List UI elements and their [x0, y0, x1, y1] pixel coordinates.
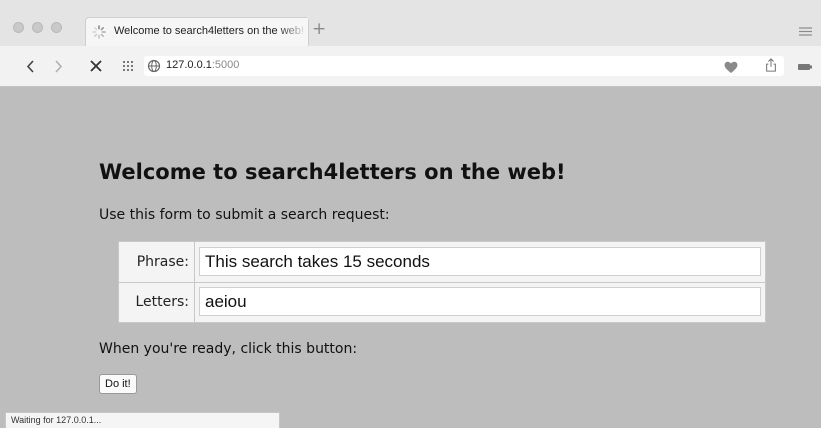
page-content: Welcome to search4letters on the web! Us…	[0, 87, 821, 428]
phrase-label: Phrase:	[119, 242, 195, 282]
new-tab-button[interactable]: +	[312, 21, 326, 38]
tab-title-fade	[278, 18, 308, 46]
forward-icon[interactable]	[47, 58, 69, 75]
url-port: :5000	[211, 59, 240, 71]
search-form: Phrase: This search takes 15 seconds Let…	[118, 241, 766, 323]
letters-input[interactable]: aeiou	[199, 287, 761, 316]
letters-label: Letters:	[119, 282, 195, 322]
phrase-input[interactable]: This search takes 15 seconds	[199, 247, 761, 276]
active-tab[interactable]: Welcome to search4letters on the web!	[85, 17, 309, 46]
navigation-bar: 127.0.0.1:5000	[0, 46, 821, 87]
address-bar[interactable]: 127.0.0.1:5000	[144, 56, 784, 76]
close-window-button[interactable]	[13, 22, 24, 33]
tab-title: Welcome to search4letters on the web!	[114, 25, 304, 37]
grid-icon[interactable]	[117, 58, 139, 75]
menu-icon[interactable]	[799, 27, 812, 36]
url-text: 127.0.0.1:5000	[166, 59, 239, 71]
minimize-window-button[interactable]	[32, 22, 43, 33]
ready-text: When you're ready, click this button:	[99, 341, 358, 357]
globe-icon	[147, 59, 161, 73]
page-heading: Welcome to search4letters on the web!	[99, 160, 566, 184]
status-bar: Waiting for 127.0.0.1...	[5, 412, 280, 428]
letters-row: Letters: aeiou	[119, 282, 765, 322]
url-host: 127.0.0.1	[166, 59, 212, 71]
back-icon[interactable]	[20, 58, 42, 75]
do-it-button[interactable]: Do it!	[99, 374, 137, 394]
zoom-window-button[interactable]	[51, 22, 62, 33]
stop-icon[interactable]	[85, 58, 107, 75]
tab-bar: Welcome to search4letters on the web! +	[0, 0, 821, 46]
share-icon[interactable]	[763, 58, 779, 72]
heart-icon[interactable]	[723, 60, 739, 74]
battery-icon[interactable]	[797, 60, 813, 74]
intro-text: Use this form to submit a search request…	[99, 207, 390, 223]
phrase-row: Phrase: This search takes 15 seconds	[119, 242, 765, 283]
spinner-icon	[92, 25, 106, 39]
